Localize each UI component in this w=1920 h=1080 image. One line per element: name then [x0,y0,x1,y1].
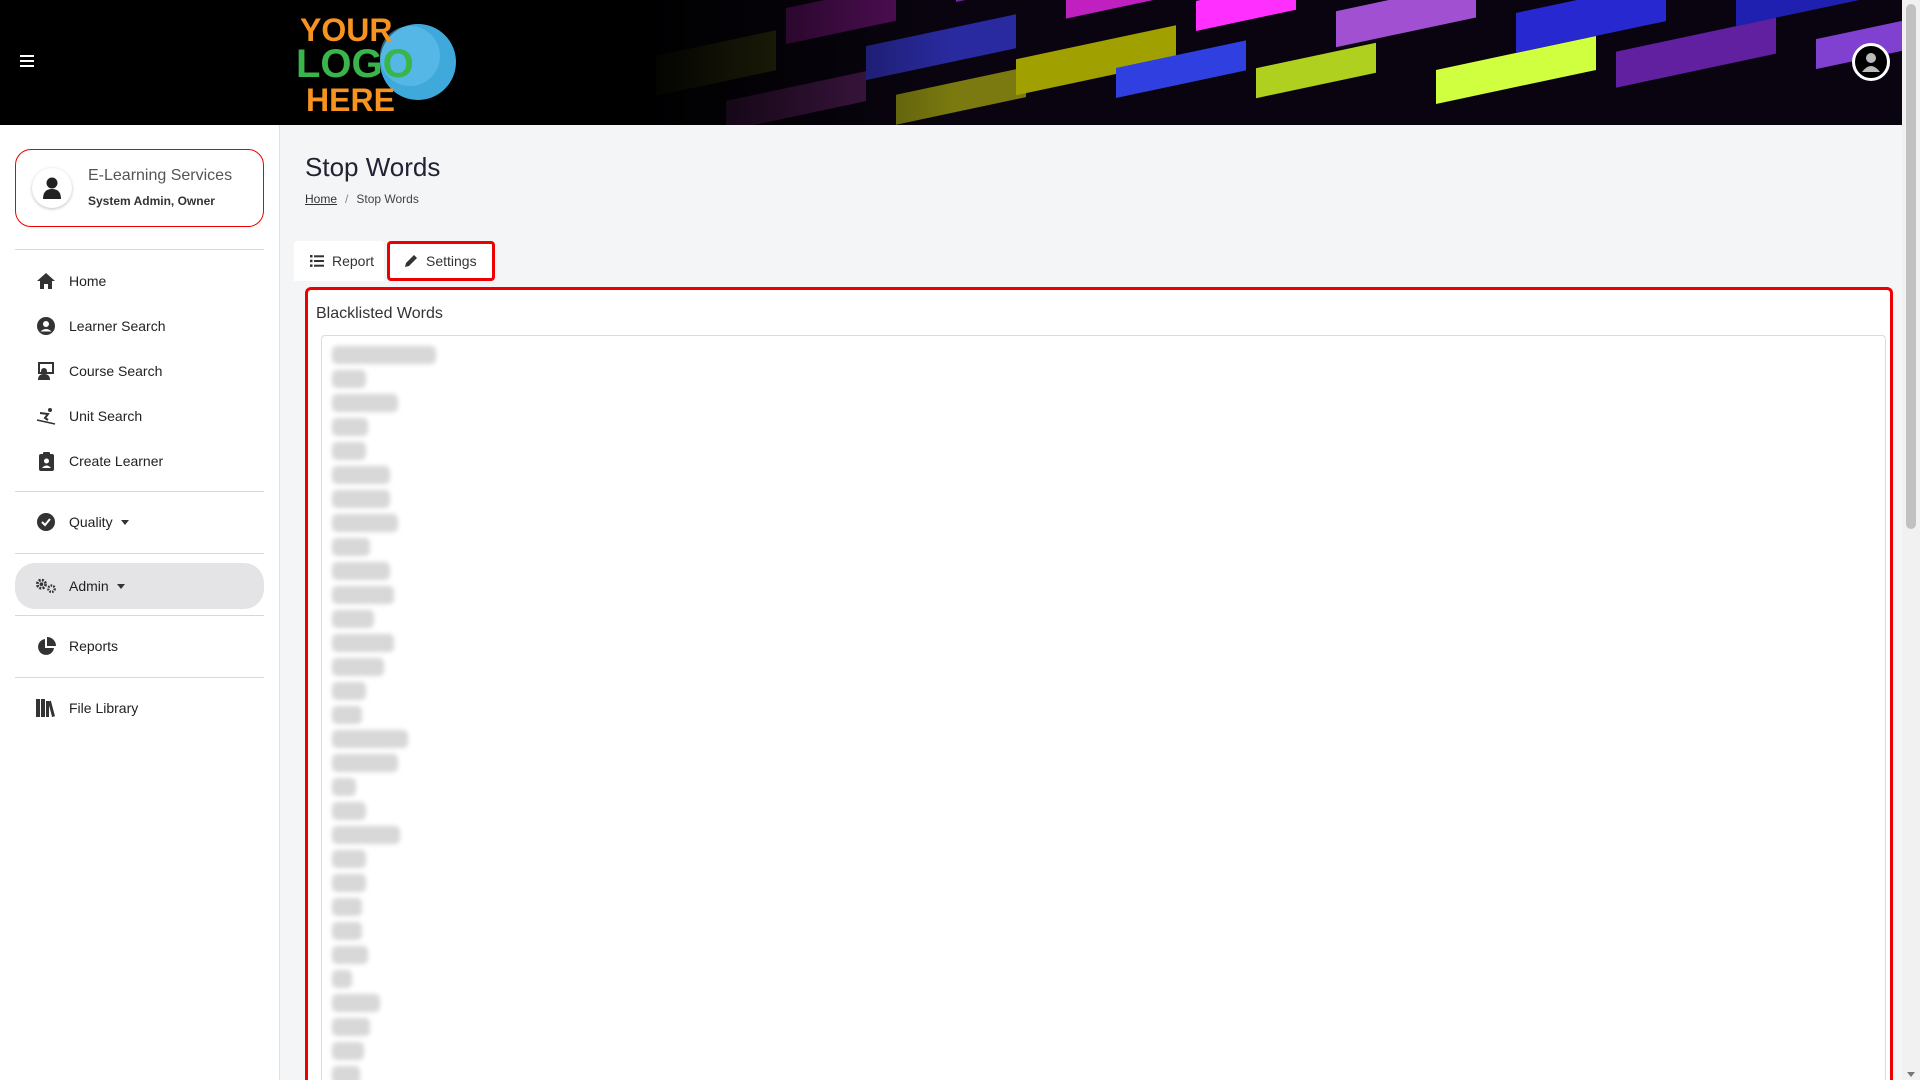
cogs-icon [35,575,57,597]
list-icon [310,255,324,267]
blurred-word [332,586,394,604]
blurred-word [332,874,366,892]
top-header: YOUR LOGO HERE [0,0,1902,125]
sidebar-item-label: Create Learner [69,453,164,469]
blurred-word [332,1018,370,1036]
sidebar-item-label: File Library [69,700,139,716]
sidebar-item-label: Reports [69,638,119,654]
org-role: System Admin, Owner [88,194,215,208]
blurred-word [332,514,398,532]
user-account-icon[interactable] [1852,43,1890,81]
sidebar-item-label: Quality [69,514,113,530]
page-title: Stop Words [305,152,441,182]
blurred-word [332,490,390,508]
tab-label: Settings [426,253,477,269]
sidebar-divider [15,677,264,678]
header-banner-image [636,0,1902,125]
user-circle-icon [35,315,57,337]
blurred-word [332,778,356,796]
home-icon [35,270,57,292]
breadcrumb-separator: / [345,192,349,206]
blurred-word [332,1066,360,1080]
blacklisted-words-textarea[interactable] [321,335,1886,1080]
blurred-word [332,850,366,868]
sidebar-item-reports[interactable]: Reports [15,626,264,666]
organization-card[interactable]: E-Learning Services System Admin, Owner [15,149,264,227]
blurred-word [332,802,366,820]
blurred-word [332,898,362,916]
hamburger-menu-icon[interactable] [20,52,38,70]
blurred-word [332,922,362,940]
breadcrumb-current: Stop Words [356,192,419,206]
tab-settings[interactable]: Settings [387,241,495,281]
sidebar-item-create-learner[interactable]: Create Learner [15,441,264,481]
scrollbar-thumb[interactable] [1906,4,1916,529]
sidebar-item-learner-search[interactable]: Learner Search [15,306,264,346]
sidebar-item-file-library[interactable]: File Library [15,688,264,728]
page-scrollbar[interactable] [1902,0,1920,1080]
sidebar: E-Learning Services System Admin, Owner … [0,125,280,1080]
blurred-word [332,970,352,988]
check-circle-icon [35,511,57,533]
breadcrumb: Home / Stop Words [305,192,419,206]
sidebar-divider [15,615,264,616]
sidebar-divider [15,249,264,250]
breadcrumb-home-link[interactable]: Home [305,192,337,206]
sidebar-item-label: Home [69,273,107,289]
blurred-word [332,826,400,844]
teacher-icon [35,360,57,382]
sidebar-item-label: Admin [69,578,109,594]
blurred-word [332,442,366,460]
svg-text:HERE: HERE [306,82,395,115]
org-name: E-Learning Services [88,167,233,184]
blurred-word [332,394,398,412]
svg-text:LOGO: LOGO [296,42,414,86]
clipboard-user-icon [35,450,57,472]
sidebar-item-course-search[interactable]: Course Search [15,351,264,391]
sidebar-item-home[interactable]: Home [15,261,264,301]
sidebar-divider [15,491,264,492]
blurred-word [332,682,366,700]
tab-label: Report [332,253,375,269]
sidebar-item-label: Learner Search [69,318,166,334]
sidebar-item-label: Unit Search [69,408,143,424]
sidebar-item-unit-search[interactable]: Unit Search [15,396,264,436]
pencil-icon [404,254,418,268]
blurred-word [332,706,362,724]
tab-bar: Report Settings [294,241,495,281]
sidebar-divider [15,553,264,554]
blurred-word [332,994,380,1012]
books-icon [35,697,57,719]
scroll-down-arrow-icon[interactable] [1907,1072,1915,1077]
panel-title: Blacklisted Words [316,305,443,322]
blurred-word [332,562,390,580]
company-logo[interactable]: YOUR LOGO HERE [296,10,471,115]
blurred-word [332,1042,364,1060]
blurred-word [332,370,366,388]
tab-report[interactable]: Report [294,241,384,281]
sidebar-item-label: Course Search [69,363,163,379]
blurred-word [332,466,390,484]
sidebar-item-quality[interactable]: Quality [15,502,264,542]
blurred-word [332,346,436,364]
blurred-word [332,610,374,628]
sidebar-item-admin[interactable]: Admin [15,563,264,609]
blurred-word [332,946,368,964]
org-avatar [32,168,72,208]
chevron-down-icon [116,583,125,589]
skiing-icon [35,405,57,427]
chevron-down-icon [120,519,129,525]
blurred-word [332,634,394,652]
blurred-word [332,658,384,676]
blurred-word [332,538,370,556]
blurred-word [332,730,408,748]
blurred-word [332,418,368,436]
blacklisted-words-panel: Blacklisted Words [305,287,1893,1080]
blurred-word [332,754,398,772]
pie-chart-icon [35,635,57,657]
